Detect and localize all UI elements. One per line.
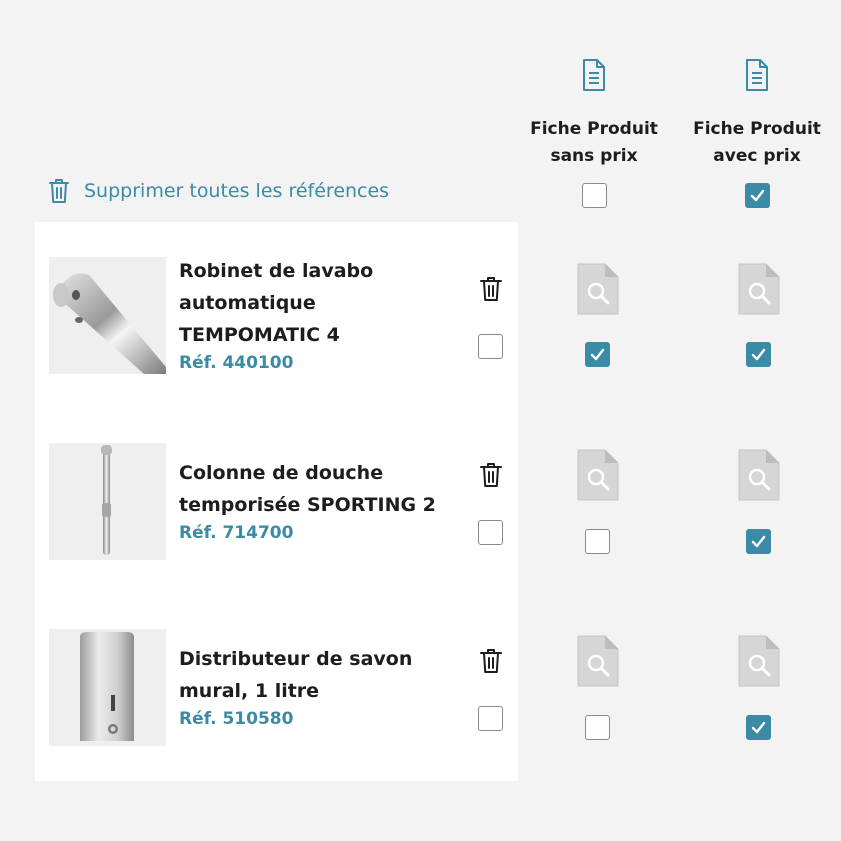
column-header-avec-prix: Fiche Produit avec prix (682, 58, 832, 170)
product-info: Robinet de lavabo automatique TEMPOMATIC… (179, 255, 389, 375)
product-image-faucet (49, 257, 166, 374)
column-title-line2: avec prix (713, 146, 801, 166)
product-info: Distributeur de savon mural, 1 litre Réf… (179, 643, 419, 731)
select-all-sans-prix-checkbox[interactable] (582, 183, 607, 208)
product-select-checkbox[interactable] (478, 334, 503, 359)
product-select-checkbox[interactable] (478, 520, 503, 545)
avec-prix-checkbox[interactable] (746, 342, 771, 367)
sans-prix-checkbox[interactable] (585, 715, 610, 740)
preview-document-icon[interactable] (577, 449, 619, 501)
product-name: Distributeur de savon mural, 1 litre (179, 648, 413, 702)
column-title-line1: Fiche Produit (693, 119, 821, 139)
document-icon (583, 59, 605, 91)
delete-all-button[interactable]: Supprimer toutes les références (48, 178, 389, 204)
column-title-line1: Fiche Produit (530, 119, 658, 139)
column-title-line2: sans prix (550, 146, 638, 166)
preview-document-icon[interactable] (577, 635, 619, 687)
trash-icon[interactable] (479, 276, 503, 302)
trash-icon[interactable] (479, 648, 503, 674)
product-reference: Réf. 714700 (179, 523, 294, 543)
product-info: Colonne de douche temporisée SPORTING 2 … (179, 457, 449, 545)
product-reference: Réf. 510580 (179, 709, 294, 729)
preview-document-icon[interactable] (577, 263, 619, 315)
preview-document-icon[interactable] (738, 449, 780, 501)
trash-icon[interactable] (479, 462, 503, 488)
select-all-avec-prix-checkbox[interactable] (745, 183, 770, 208)
preview-document-icon[interactable] (738, 635, 780, 687)
preview-document-icon[interactable] (738, 263, 780, 315)
document-icon (746, 59, 768, 91)
product-select-checkbox[interactable] (478, 706, 503, 731)
trash-icon (49, 179, 69, 203)
product-name: Robinet de lavabo automatique TEMPOMATIC… (179, 260, 374, 346)
product-name: Colonne de douche temporisée SPORTING 2 (179, 462, 436, 516)
delete-all-label: Supprimer toutes les références (84, 180, 390, 202)
sans-prix-checkbox[interactable] (585, 529, 610, 554)
product-image-soap-dispenser (49, 629, 166, 746)
product-reference: Réf. 440100 (179, 353, 294, 373)
sans-prix-checkbox[interactable] (585, 342, 610, 367)
avec-prix-checkbox[interactable] (746, 715, 771, 740)
product-image-shower-column (49, 443, 166, 560)
column-header-sans-prix: Fiche Produit sans prix (519, 58, 669, 170)
avec-prix-checkbox[interactable] (746, 529, 771, 554)
